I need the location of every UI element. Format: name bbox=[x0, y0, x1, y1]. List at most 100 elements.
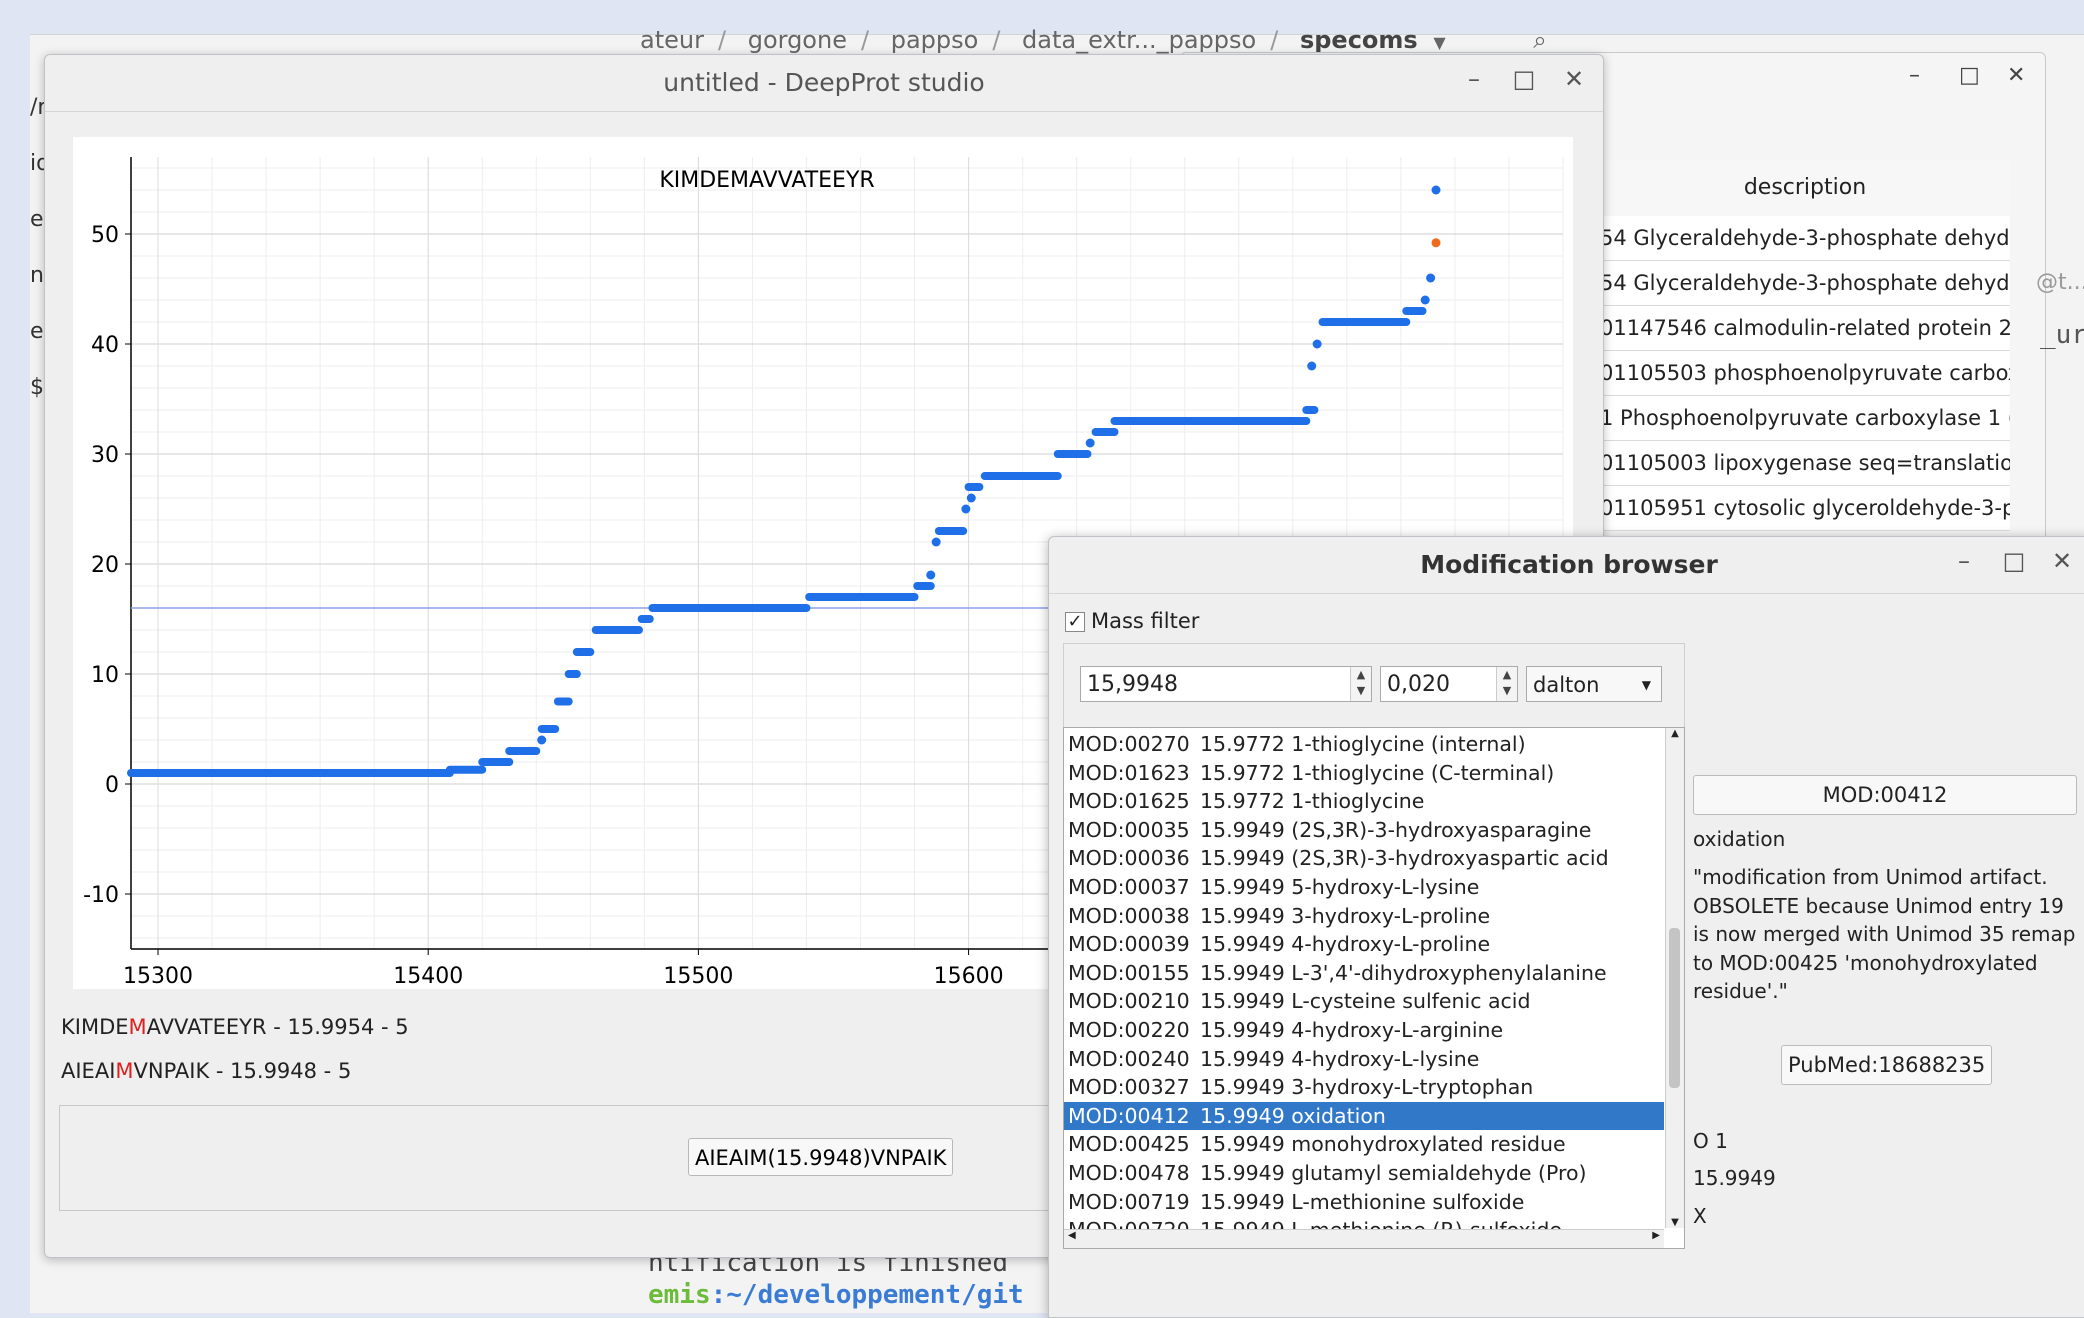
scroll-left-icon[interactable]: ◀ bbox=[1068, 1230, 1076, 1241]
y-tick-label: 30 bbox=[91, 443, 119, 468]
modification-list-item[interactable]: MOD:00037 15.9949 5-hydroxy-L-lysine bbox=[1064, 873, 1664, 901]
modification-mass: 15.9949 bbox=[1200, 1132, 1292, 1157]
spin-arrows-icon[interactable]: ▲ ▼ bbox=[1350, 667, 1371, 701]
terminal-path: :~/developpement/git bbox=[710, 1280, 1024, 1310]
unit-select[interactable]: dalton ▼ bbox=[1526, 666, 1662, 702]
modification-list-item[interactable]: MOD:01625 15.9772 1-thioglycine bbox=[1064, 787, 1664, 815]
mass-filter-group: 15,9948 ▲ ▼ 0,020 ▲ ▼ dalton ▼ bbox=[1063, 643, 1685, 737]
modification-browser-window: Modification browser – □ ✕ ✓ Mass filter … bbox=[1048, 536, 2084, 1318]
search-icon[interactable]: ⌕ bbox=[1533, 26, 1546, 54]
window-title: Modification browser bbox=[1049, 537, 2084, 594]
table-row[interactable]: 54 Glyceraldehyde-3-phosphate dehydro bbox=[1600, 216, 2010, 261]
mass-value-spinbox[interactable]: 15,9948 ▲ ▼ bbox=[1080, 666, 1372, 702]
peptide-seq-prefix: KIMDE bbox=[61, 1015, 129, 1039]
breadcrumb-item[interactable]: ateur bbox=[640, 26, 704, 54]
y-tick-label: 40 bbox=[91, 333, 119, 358]
modification-accession: MOD:00036 bbox=[1068, 846, 1190, 871]
modification-mass: 15.9949 bbox=[1200, 932, 1292, 957]
table-row[interactable]: 01105503 phosphoenolpyruvate carboxyl bbox=[1600, 351, 2010, 396]
chevron-down-icon[interactable]: ▼ bbox=[1433, 33, 1445, 52]
minimize-button[interactable]: – bbox=[1909, 63, 1920, 88]
modification-list[interactable]: MOD:00270 15.9772 1-thioglycine (internal… bbox=[1063, 727, 1685, 1249]
horizontal-scrollbar[interactable]: ◀ ▶ bbox=[1064, 1229, 1664, 1248]
modification-list-item[interactable]: MOD:00270 15.9772 1-thioglycine (internal… bbox=[1064, 730, 1664, 758]
modification-list-item[interactable]: MOD:00220 15.9949 4-hydroxy-L-arginine bbox=[1064, 1016, 1664, 1044]
modification-mass: 15.9949 bbox=[1200, 1018, 1292, 1042]
modification-list-item-selected[interactable]: MOD:00412 15.9949 oxidation bbox=[1064, 1101, 1664, 1130]
peptide-button[interactable]: AIEAIM(15.9948)VNPAIK bbox=[688, 1138, 954, 1176]
modification-list-item[interactable]: MOD:00327 15.9949 3-hydroxy-L-tryptophan bbox=[1064, 1073, 1664, 1101]
peptide-seq-suffix: VNPAIK - 15.9948 - 5 bbox=[133, 1059, 352, 1083]
scroll-up-icon[interactable]: ▲ bbox=[1666, 728, 1684, 739]
peptide-match-line[interactable]: KIMDEMAVVATEEYR - 15.9954 - 5 bbox=[61, 1015, 409, 1039]
modification-name: (2S,3R)-3-hydroxyasparagine bbox=[1291, 817, 1592, 842]
breadcrumb-item[interactable]: data_extr..._pappso bbox=[1022, 26, 1256, 54]
tolerance-spinbox[interactable]: 0,020 ▲ ▼ bbox=[1380, 666, 1518, 702]
tolerance-value-text: 0,020 bbox=[1387, 672, 1450, 697]
close-button[interactable]: ✕ bbox=[1559, 65, 1589, 93]
data-point bbox=[931, 537, 941, 547]
vertical-scrollbar[interactable]: ▲ ▼ bbox=[1665, 728, 1684, 1228]
modification-mass: 15.9949 bbox=[1200, 1189, 1292, 1214]
minimize-button[interactable]: – bbox=[1949, 547, 1979, 575]
chart-title: KIMDEMAVVATEEYR bbox=[659, 168, 874, 193]
close-button[interactable]: ✕ bbox=[2047, 547, 2077, 575]
modification-list-item[interactable]: MOD:00035 15.9949 (2S,3R)-3-hydroxyaspara… bbox=[1064, 816, 1664, 844]
modification-accession: MOD:00037 bbox=[1068, 875, 1190, 899]
modification-list-item[interactable]: MOD:00036 15.9949 (2S,3R)-3-hydroxyaspart… bbox=[1064, 844, 1664, 872]
modification-mass: 15.9949 bbox=[1200, 1075, 1292, 1100]
maximize-button[interactable]: □ bbox=[1959, 63, 1980, 88]
modification-list-item[interactable]: MOD:00425 15.9949 monohydroxylated residu… bbox=[1064, 1130, 1664, 1158]
checkbox-check-icon[interactable]: ✓ bbox=[1065, 612, 1085, 632]
mass-filter-checkbox[interactable]: ✓ Mass filter bbox=[1065, 609, 1199, 633]
minimize-button[interactable]: – bbox=[1459, 65, 1489, 93]
modification-list-item[interactable]: MOD:00240 15.9949 4-hydroxy-L-lysine bbox=[1064, 1045, 1664, 1073]
x-tick-label: 15300 bbox=[123, 964, 193, 989]
modification-list-item[interactable]: MOD:01623 15.9772 1-thioglycine (C-termin… bbox=[1064, 759, 1664, 787]
breadcrumb-item[interactable]: gorgone bbox=[748, 26, 847, 54]
scroll-down-icon[interactable]: ▼ bbox=[1666, 1217, 1684, 1228]
close-button[interactable]: ✕ bbox=[2007, 63, 2025, 88]
modification-list-item[interactable]: MOD:00210 15.9949 L-cysteine sulfenic aci… bbox=[1064, 987, 1664, 1015]
table-row[interactable]: 01105003 lipoxygenase seq=translation; bbox=[1600, 441, 2010, 486]
modification-mass: 15.9772 bbox=[1200, 732, 1292, 756]
table-row[interactable]: 01147546 calmodulin-related protein 2, t… bbox=[1600, 306, 2010, 351]
modification-name: 4-hydroxy-L-lysine bbox=[1291, 1046, 1480, 1071]
data-point bbox=[926, 570, 936, 580]
data-point bbox=[1426, 273, 1436, 283]
modified-residue: M bbox=[128, 1015, 147, 1039]
maximize-button[interactable]: □ bbox=[1509, 65, 1539, 93]
modification-accession: MOD:00039 bbox=[1068, 932, 1190, 957]
scroll-right-icon[interactable]: ▶ bbox=[1652, 1230, 1660, 1241]
data-point bbox=[961, 504, 971, 514]
modification-accession: MOD:00220 bbox=[1068, 1018, 1190, 1042]
modification-list-item[interactable]: MOD:00155 15.9949 L-3',4'-dihydroxyphenyl… bbox=[1064, 959, 1664, 987]
background-text: @t... bbox=[2036, 270, 2084, 295]
modification-list-item[interactable]: MOD:00478 15.9949 glutamyl semialdehyde (… bbox=[1064, 1159, 1664, 1187]
breadcrumb-item-current[interactable]: specoms bbox=[1300, 26, 1418, 54]
breadcrumb-item[interactable]: pappso bbox=[891, 26, 979, 54]
modification-list-item[interactable]: MOD:00719 15.9949 L-methionine sulfoxide bbox=[1064, 1188, 1664, 1216]
table-row[interactable]: 1 Phosphoenolpyruvate carboxylase 1 (PE bbox=[1600, 396, 2010, 441]
modification-accession: MOD:00038 bbox=[1068, 903, 1190, 928]
modification-list-item[interactable]: MOD:00038 15.9949 3-hydroxy-L-proline bbox=[1064, 902, 1664, 930]
modification-mass: 15.9949 bbox=[1200, 846, 1292, 871]
modification-list-item[interactable]: MOD:00039 15.9949 4-hydroxy-L-proline bbox=[1064, 930, 1664, 958]
terminal-prompt: emis:~/developpement/git bbox=[648, 1280, 1024, 1310]
modification-accession: MOD:01623 bbox=[1068, 760, 1190, 785]
modification-mass: 15.9949 bbox=[1200, 875, 1292, 899]
peptide-match-line[interactable]: AIEAIMVNPAIK - 15.9948 - 5 bbox=[61, 1059, 351, 1083]
scroll-thumb[interactable] bbox=[1669, 928, 1680, 1088]
column-header-description[interactable]: description bbox=[1600, 160, 2010, 217]
table-row[interactable]: 54 Glyceraldehyde-3-phosphate dehydro bbox=[1600, 261, 2010, 306]
modification-mass: 15.9949 bbox=[1200, 817, 1292, 842]
spin-arrows-icon[interactable]: ▲ ▼ bbox=[1496, 667, 1517, 701]
chevron-down-icon: ▼ bbox=[1641, 678, 1651, 692]
table-row[interactable]: 01105951 cytosolic glyceroldehyde-3-pho bbox=[1600, 486, 2010, 531]
x-tick-label: 15500 bbox=[663, 964, 733, 989]
modification-accession-button[interactable]: MOD:00412 bbox=[1693, 775, 2077, 815]
modification-name: 4-hydroxy-L-proline bbox=[1291, 932, 1491, 957]
maximize-button[interactable]: □ bbox=[1999, 547, 2029, 575]
pubmed-button[interactable]: PubMed:18688235 bbox=[1781, 1045, 1993, 1085]
modification-name: 1-thioglycine bbox=[1291, 789, 1425, 814]
